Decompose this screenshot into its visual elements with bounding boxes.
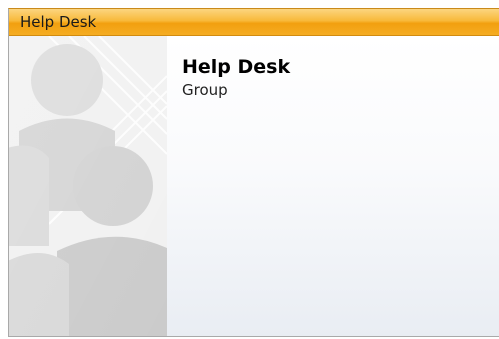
group-type: Group [182,81,228,99]
header-title: Help Desk [20,13,97,31]
group-picture [9,36,167,336]
group-details: Help Desk Group [167,36,499,336]
group-name: Help Desk [182,56,291,78]
group-people-icon [9,36,167,336]
group-header-bar: Help Desk [9,9,499,36]
group-card: Help Desk Help Desk Group [8,8,499,337]
